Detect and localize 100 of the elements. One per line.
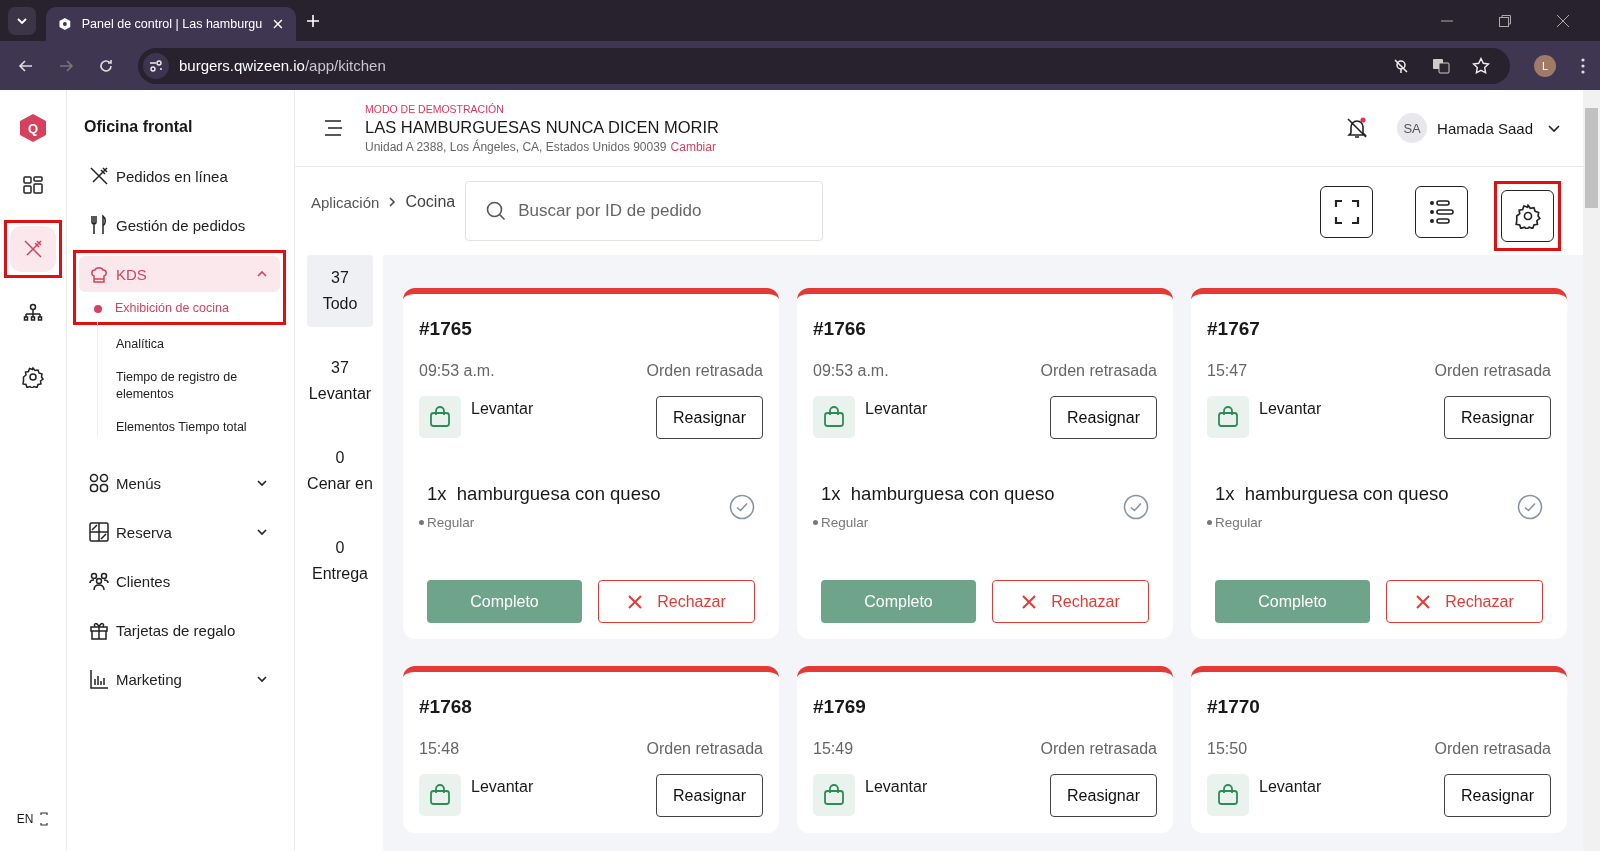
reject-button[interactable]: Rechazar [992,580,1149,623]
restore-icon[interactable] [1498,13,1512,28]
reload-icon[interactable] [98,57,114,74]
change-link[interactable]: Cambiar [670,139,716,154]
list-view-button[interactable] [1415,186,1468,238]
check-circle-icon[interactable] [1517,493,1543,520]
notifications-off-icon[interactable] [1345,116,1370,140]
app-logo[interactable]: Q [20,114,46,142]
order-item: 1x hamburguesa con queso [821,483,1056,505]
fullscreen-button[interactable] [1320,186,1373,238]
reassign-button[interactable]: Reasignar [656,396,763,439]
check-circle-icon[interactable] [1123,493,1149,520]
close-icon[interactable] [1556,13,1570,28]
order-filter-tab[interactable]: 37 Todo [307,255,373,327]
chevron-down-icon [256,526,268,538]
scrollbar[interactable] [1583,90,1600,851]
settings-icon [22,366,44,388]
order-filter-tab[interactable]: 0 Cenar en [307,435,373,507]
fullscreen-icon [1333,199,1360,225]
address-bar[interactable]: burgers.qwizeen.io/app/kitchen [138,47,1510,84]
reassign-button[interactable]: Reasignar [1050,774,1157,817]
order-type: Levantar [865,778,928,796]
browser-tab[interactable]: Panel de control | Las hamburgu [46,7,296,41]
settings-button[interactable] [1501,190,1554,242]
order-time: 09:53 a.m. [419,362,495,380]
sidebar-item[interactable]: Marketing [79,661,280,697]
reassign-button[interactable]: Reasignar [1444,774,1551,817]
order-time: 09:53 a.m. [813,362,889,380]
language-label[interactable]: EN [16,812,34,826]
shopping-bag-icon [1207,774,1249,816]
people-icon [88,570,110,592]
order-number: #1768 [419,696,473,718]
star-icon[interactable] [1472,56,1490,75]
order-number: #1769 [813,696,867,718]
sidebar-item[interactable]: Clientes [79,563,280,599]
chart-icon [88,668,110,690]
demo-mode-label: MODO DE DEMOSTRACIÓN [365,102,505,115]
order-number: #1765 [419,318,473,340]
order-item: 1x hamburguesa con queso [1215,483,1450,505]
menu-icon[interactable] [323,119,345,137]
restaurant-name: LAS HAMBURGUESAS NUNCA DICEN MORIR [365,117,719,137]
user-avatar[interactable]: SA [1397,113,1428,143]
more-icon[interactable] [1580,56,1586,75]
sidebar-subitem[interactable]: Elementos Tiempo total [98,419,280,436]
user-name[interactable]: Hamada Saad [1437,119,1533,137]
order-number: #1767 [1207,318,1261,340]
reassign-button[interactable]: Reasignar [656,774,763,817]
order-type: Levantar [471,778,534,796]
chevron-down-icon [256,477,268,489]
order-item: 1x hamburguesa con queso [427,483,662,505]
tab-list-button[interactable] [8,6,36,35]
order-filter-tab[interactable]: 0 Entrega [307,525,373,597]
order-time: 15:49 [813,740,854,758]
restaurant-address: Unidad A 2388, Los Ángeles, CA, Estados Unidos 90039 [365,139,667,154]
order-time: 15:47 [1207,362,1248,380]
order-number: #1770 [1207,696,1261,718]
order-type: Levantar [1259,400,1322,418]
sidebar-item[interactable]: KDS [79,256,280,292]
close-icon [1021,593,1038,610]
window-icon [88,521,110,543]
expand-icon[interactable] [39,811,50,827]
site-favicon-icon [58,17,72,31]
shopping-bag-icon [813,396,855,438]
search-icon [485,200,508,222]
sidebar-item[interactable]: Menús [79,465,280,501]
order-time: 15:50 [1207,740,1248,758]
order-filter-tab[interactable]: 37 Levantar [307,345,373,417]
back-icon[interactable] [18,57,34,74]
site-settings-icon[interactable] [143,52,169,79]
sidebar-item[interactable]: Pedidos en línea [79,158,280,194]
shopping-bag-icon [419,774,461,816]
sidebar-item[interactable]: Reserva [79,514,280,550]
breadcrumb-item[interactable]: Aplicación [311,193,380,211]
settings-icon [1514,203,1541,229]
sidebar-subitem[interactable]: Tiempo de registro de elementos [98,369,280,403]
order-type: Levantar [471,400,534,418]
check-circle-icon[interactable] [729,493,755,520]
reassign-button[interactable]: Reasignar [1050,396,1157,439]
sidebar-subitem[interactable]: Exhibición de cocina [79,300,280,317]
forward-icon[interactable] [58,57,74,74]
eye-slash-icon[interactable] [1392,56,1410,75]
shopping-bag-icon [813,774,855,816]
sidebar-item[interactable]: Tarjetas de regalo [79,612,280,648]
sidebar-subitem[interactable]: Analítica [98,336,280,353]
reject-button[interactable]: Rechazar [1386,580,1543,623]
reject-button[interactable]: Rechazar [598,580,755,623]
order-status: Orden retrasada [1040,362,1157,380]
reassign-button[interactable]: Reasignar [1444,396,1551,439]
utensils-cross-icon [88,165,110,187]
shopping-bag-icon [419,396,461,438]
sidebar-item[interactable]: Gestión de pedidos [79,207,280,243]
close-icon [627,593,644,610]
utensils-cross-icon [22,238,44,260]
search-field[interactable]: Buscar por ID de pedido [465,181,824,241]
new-tab-icon[interactable] [306,13,320,28]
breadcrumb-item[interactable]: Cocina [405,193,456,211]
order-type: Levantar [865,400,928,418]
order-status: Orden retrasada [646,740,763,758]
profile-avatar[interactable]: L [1534,54,1556,77]
sidebar-title: Oficina frontal [83,118,194,137]
